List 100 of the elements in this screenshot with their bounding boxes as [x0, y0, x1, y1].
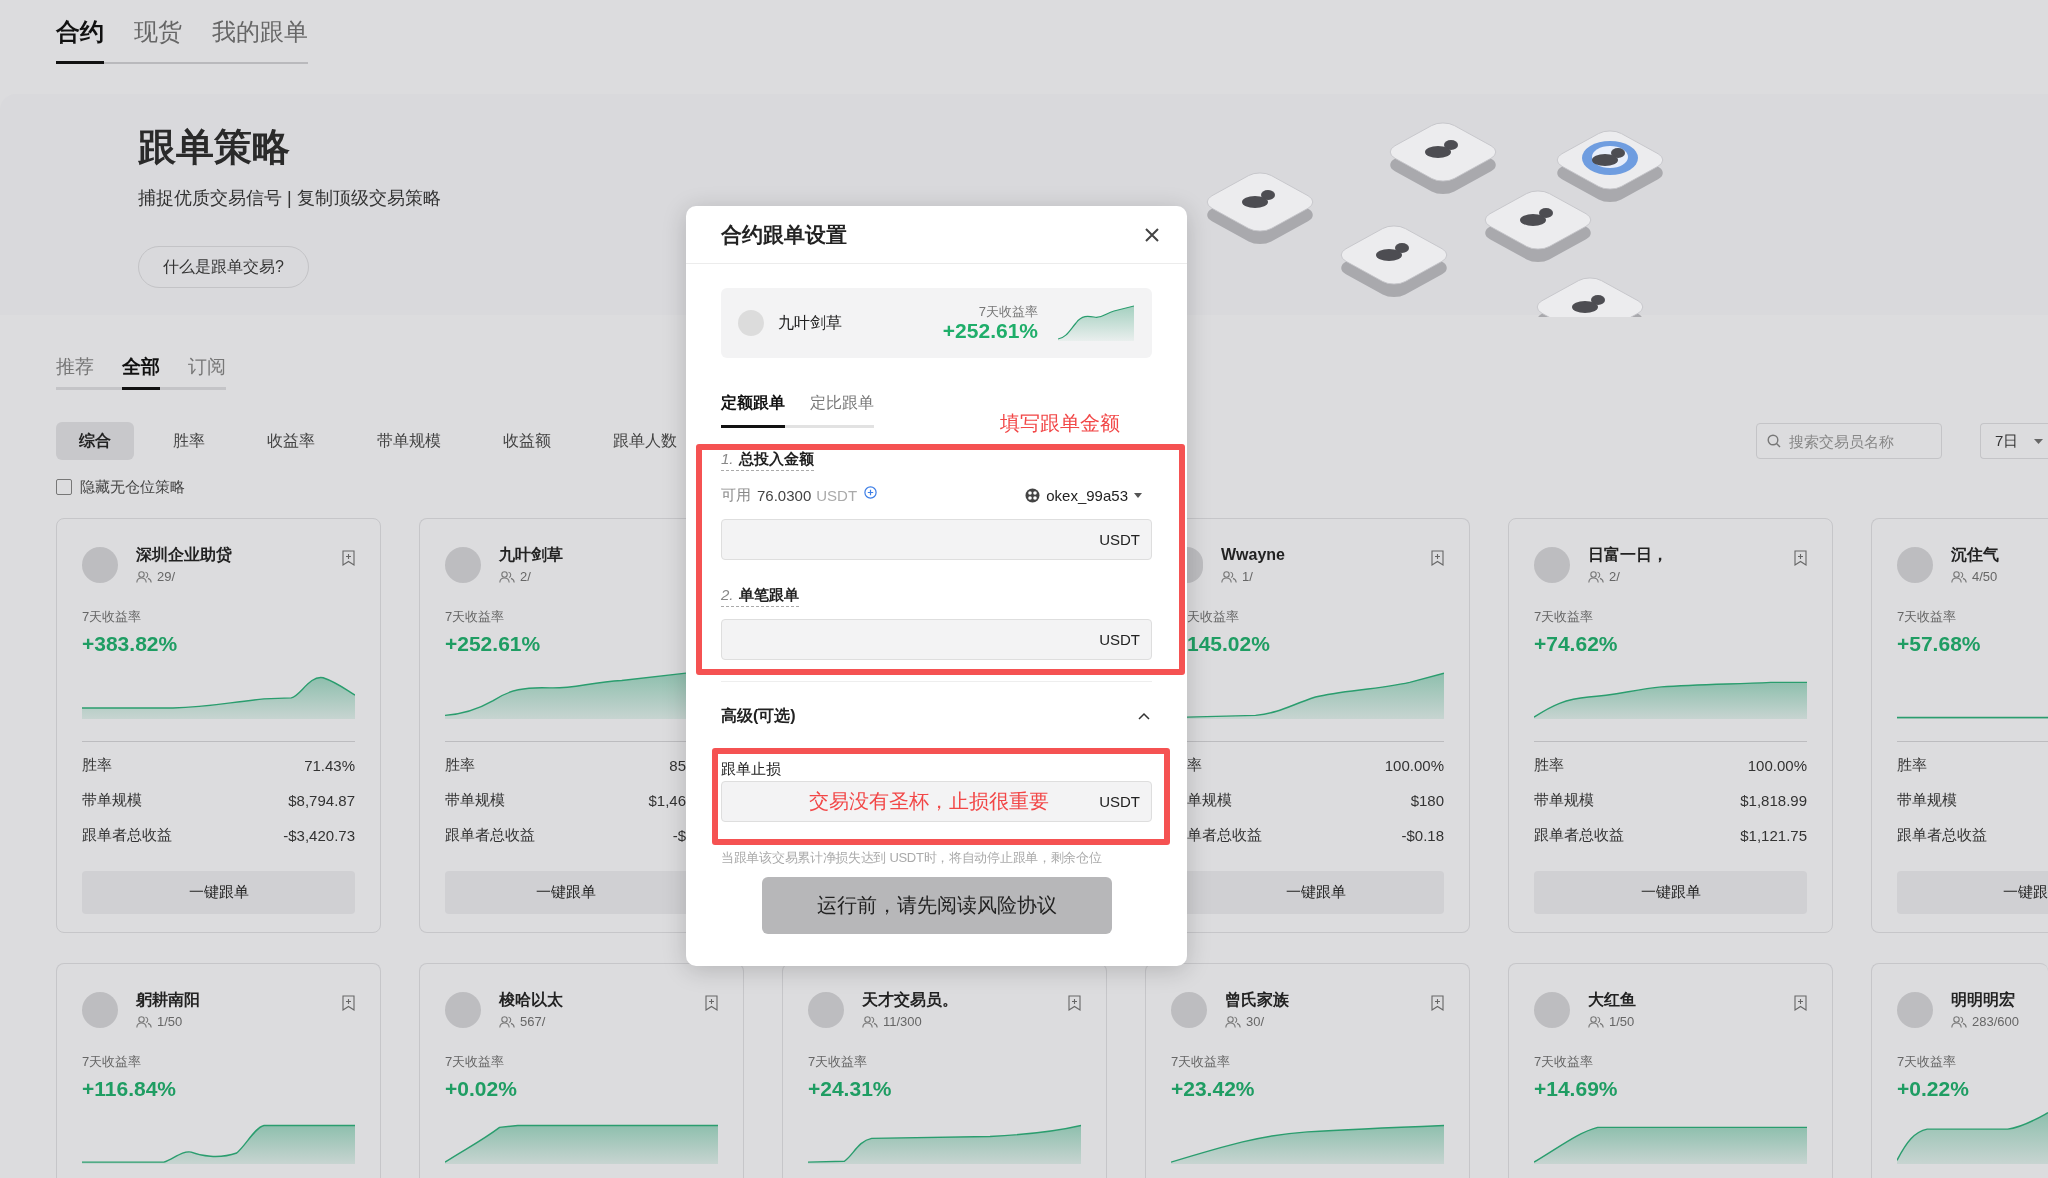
checkbox[interactable] [56, 479, 72, 495]
account-selector[interactable]: okex_99a53 [1025, 486, 1142, 504]
sort-chip[interactable]: 带单规模 [354, 422, 464, 460]
trader-name: 九叶剑草 [778, 312, 842, 333]
stat-label: 带单规模 [82, 791, 142, 810]
people-icon [136, 1015, 152, 1028]
stat-label: 单规模 [1187, 791, 1232, 810]
stat-label: 单者总收益 [1187, 826, 1262, 845]
follower-count: 1/50 [157, 1012, 183, 1031]
period-dropdown[interactable]: 7日 [1980, 423, 2048, 459]
people-icon [1221, 570, 1237, 583]
stat-value: 100.00% [1747, 757, 1807, 774]
stat-value: $1,46 [648, 792, 686, 809]
add-icon[interactable] [864, 485, 878, 499]
bookmark-icon[interactable] [1794, 995, 1807, 1011]
bookmark-icon[interactable] [1794, 550, 1807, 566]
trader-name: 曾氏家族 [1225, 989, 1289, 1010]
avatar [1897, 992, 1933, 1028]
amount-field[interactable]: USDT [721, 619, 1152, 660]
nav-tab[interactable]: 我的跟单 [212, 17, 308, 64]
stat-value: -$ [672, 827, 686, 844]
return-label: 7天收益率 [445, 1053, 506, 1071]
return-value: +0.02% [445, 1076, 518, 1102]
amount-field[interactable]: USDT [721, 519, 1152, 560]
return-value: +74.62% [1534, 631, 1619, 657]
follow-button[interactable]: 一键跟单 [1534, 871, 1807, 914]
bookmark-icon[interactable] [1431, 995, 1444, 1011]
step-number: 2. [721, 586, 734, 604]
return-value: +383.82% [82, 631, 179, 657]
people-icon [1225, 1015, 1241, 1028]
avatar [1534, 547, 1570, 583]
nav-tab[interactable]: 现货 [134, 17, 182, 64]
follow-button[interactable]: 一键跟单 [445, 871, 686, 914]
follow-button[interactable]: 一键跟单 [1187, 871, 1444, 914]
stat-label: 跟单者总收益 [445, 826, 535, 845]
trader-name: 梭哈以太 [499, 989, 563, 1010]
people-icon [1588, 1015, 1604, 1028]
stat-label: 带单规模 [1534, 791, 1594, 810]
stat-label: 跟单者总收益 [82, 826, 172, 845]
step-number: 1. [721, 450, 734, 468]
return-label: 7天收益率 [1897, 608, 1958, 626]
sort-chip[interactable]: 综合 [56, 422, 134, 460]
follower-count: 283/600 [1972, 1012, 2019, 1031]
stat-value: -$3,420.73 [283, 827, 355, 844]
stat-label: 跟单者总收益 [1534, 826, 1624, 845]
category-tab[interactable]: 全部 [122, 355, 160, 390]
stat-label: 跟单者总收益 [1897, 826, 1987, 845]
stat-value: $180 [1410, 792, 1444, 809]
stat-label: 胜率 [1897, 756, 1927, 775]
return-label: 7天收益率 [445, 608, 506, 626]
nav-tab[interactable]: 合约 [56, 17, 104, 64]
follower-count: 1/50 [1609, 1012, 1635, 1031]
annotation-text: 交易没有圣杯，止损很重要 [809, 789, 1049, 814]
trader-name: 天才交易员。 [862, 989, 958, 1010]
return-value: +0.22% [1897, 1076, 1970, 1102]
return-label: 7天收益率 [1534, 608, 1595, 626]
return-label: 天收益率 [1187, 608, 1240, 626]
dialog-title: 合约跟单设置 [721, 221, 847, 248]
return-value: +116.84% [82, 1076, 177, 1102]
bookmark-icon[interactable] [1068, 995, 1081, 1011]
mode-tab[interactable]: 定额跟单 [721, 391, 785, 428]
follower-count: 567/ [520, 1012, 546, 1031]
step-label: 单笔跟单 [738, 586, 799, 604]
trader-name: 明明明宏 [1951, 989, 2016, 1010]
mode-tab[interactable]: 定比跟单 [810, 391, 874, 428]
search-field[interactable]: 搜索交易员名称 [1756, 423, 1942, 459]
follower-count: 30/ [1246, 1012, 1265, 1031]
people-icon [862, 1015, 878, 1028]
checkbox-label: 隐藏无仓位策略 [80, 477, 185, 497]
follow-button[interactable]: 一键跟 [1897, 871, 2048, 914]
people-icon [136, 570, 152, 583]
close-icon[interactable] [1144, 226, 1160, 243]
stat-label: 胜率 [1534, 756, 1564, 775]
avatar [1897, 547, 1933, 583]
return-value: +14.69% [1534, 1076, 1619, 1102]
stop-loss-field[interactable]: 交易没有圣杯，止损很重要 USDT [721, 781, 1152, 822]
follow-button[interactable]: 一键跟单 [82, 871, 355, 914]
avatar [82, 992, 118, 1028]
sort-chip[interactable]: 胜率 [150, 422, 228, 460]
follower-count: 1/ [1242, 567, 1253, 586]
account-icon [1025, 487, 1041, 503]
people-icon [1951, 1015, 1967, 1028]
bookmark-icon[interactable] [705, 995, 718, 1011]
return-label: 7天收益率 [1534, 1053, 1595, 1071]
return-value: +23.42% [1171, 1076, 1256, 1102]
return-label: 7天收益率 [82, 1053, 143, 1071]
submit-button[interactable]: 运行前，请先阅读风险协议 [761, 877, 1112, 934]
sort-chip[interactable]: 收益额 [480, 422, 574, 460]
bookmark-icon[interactable] [342, 550, 355, 566]
trader-name: 九叶剑草 [499, 544, 563, 565]
sort-chip[interactable]: 收益率 [244, 422, 338, 460]
caret-icon [1134, 492, 1142, 498]
annotation-text: 填写跟单金额 [1000, 411, 1120, 436]
avatar [808, 992, 844, 1028]
hero-title: 跟单策略 [138, 125, 290, 170]
sort-chip[interactable]: 跟单人数 [590, 422, 700, 460]
chevron-icon[interactable] [1138, 712, 1150, 720]
trader-name: 深圳企业助贷 [136, 544, 232, 565]
bookmark-icon[interactable] [1431, 550, 1444, 566]
bookmark-icon[interactable] [342, 995, 355, 1011]
